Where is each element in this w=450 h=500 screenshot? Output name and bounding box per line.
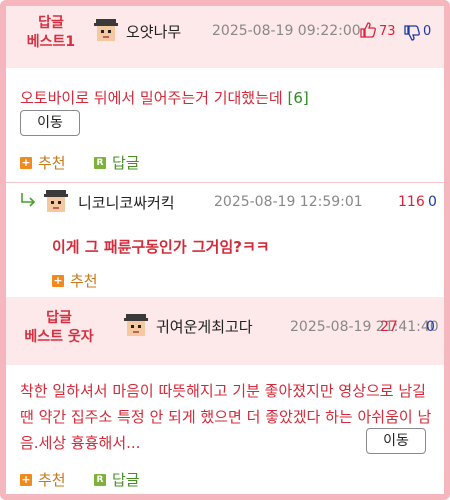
upvote-count: 73 bbox=[379, 24, 396, 39]
best-badge: 답글 베스트1 bbox=[16, 14, 86, 52]
avatar[interactable] bbox=[124, 314, 148, 338]
downvote-count: 0 bbox=[426, 319, 435, 335]
reply-icon: R bbox=[94, 156, 106, 169]
reply-arrow-icon bbox=[21, 193, 36, 207]
comment-date: 2025-08-19 09:22:00 bbox=[212, 23, 361, 39]
thumbs-up-icon[interactable] bbox=[360, 22, 376, 38]
recommend-button[interactable]: + 추천 bbox=[20, 152, 66, 173]
nickname[interactable]: 오얏나무 bbox=[126, 21, 181, 42]
comment-body: 이게 그 패륜구동인가 그거임?ㅋㅋ bbox=[52, 238, 270, 256]
badge-line1: 답글 bbox=[38, 15, 64, 31]
reply-icon: R bbox=[94, 473, 106, 486]
recommend-label: 추천 bbox=[38, 471, 66, 489]
comment-list: 답글 베스트1 오얏나무 2025-08-19 09:22:00 73 0 오토… bbox=[0, 0, 450, 500]
move-button[interactable]: 이동 bbox=[366, 428, 426, 454]
reply-count[interactable]: [6] bbox=[288, 89, 309, 107]
recommend-label: 추천 bbox=[38, 154, 66, 172]
best-badge: 답글 베스트 웃자 bbox=[14, 309, 104, 347]
avatar[interactable] bbox=[94, 19, 118, 43]
recommend-label: 추천 bbox=[70, 272, 98, 290]
badge-line2: 베스트1 bbox=[26, 34, 76, 50]
plus-icon: + bbox=[52, 273, 64, 287]
nickname[interactable]: 귀여운게최고다 bbox=[156, 316, 253, 337]
nickname[interactable]: 니코니코싸커킥 bbox=[78, 192, 175, 213]
thumbs-down-icon[interactable] bbox=[404, 25, 420, 41]
upvote-count: 27 bbox=[380, 319, 398, 335]
comment-body: 오토바이로 뒤에서 밀어주는거 기대했는데 [6] bbox=[20, 85, 440, 111]
reply-label: 답글 bbox=[112, 471, 140, 489]
downvote-count: 0 bbox=[428, 194, 437, 210]
plus-icon: + bbox=[20, 155, 32, 169]
divider bbox=[6, 182, 444, 183]
reply-button[interactable]: R 답글 bbox=[94, 152, 140, 173]
badge-line1: 답글 bbox=[46, 310, 72, 326]
reply-button[interactable]: R 답글 bbox=[94, 469, 140, 490]
avatar[interactable] bbox=[44, 190, 68, 214]
comment-text: 오토바이로 뒤에서 밀어주는거 기대했는데 bbox=[20, 89, 283, 107]
comment-date: 2025-08-19 12:59:01 bbox=[214, 194, 363, 210]
comment-date: 2025-08-19 21:41:40 bbox=[290, 319, 439, 335]
move-button[interactable]: 이동 bbox=[20, 110, 80, 136]
plus-icon: + bbox=[20, 472, 32, 486]
recommend-button[interactable]: + 추천 bbox=[52, 270, 98, 291]
reply-label: 답글 bbox=[112, 154, 140, 172]
downvote-count: 0 bbox=[423, 24, 432, 39]
badge-line2: 베스트 웃자 bbox=[24, 329, 94, 345]
recommend-button[interactable]: + 추천 bbox=[20, 469, 66, 490]
upvote-count: 116 bbox=[398, 194, 425, 210]
